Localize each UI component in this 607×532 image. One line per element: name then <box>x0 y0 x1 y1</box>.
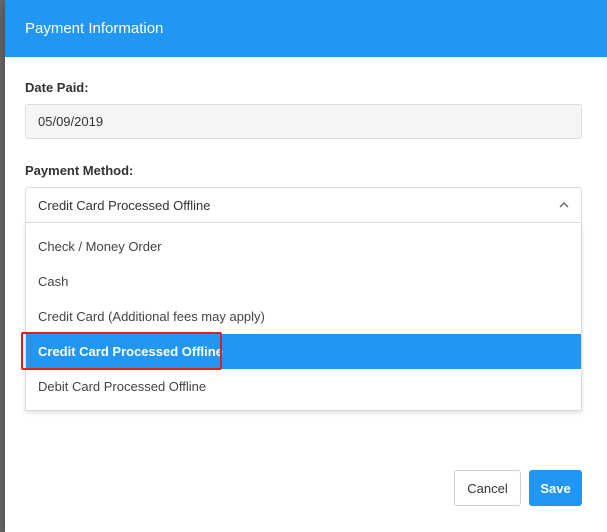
save-button[interactable]: Save <box>529 470 582 506</box>
payment-method-dropdown: Check / Money Order Cash Credit Card (Ad… <box>25 223 582 411</box>
payment-method-label: Payment Method: <box>25 163 134 178</box>
option-credit-card[interactable]: Credit Card (Additional fees may apply) <box>26 299 581 334</box>
cancel-button[interactable]: Cancel <box>454 470 521 506</box>
payment-method-selected-value: Credit Card Processed Offline <box>38 197 211 213</box>
modal-header: Payment Information <box>5 0 607 57</box>
date-paid-label: Date Paid: <box>25 80 89 95</box>
option-credit-card-processed-offline[interactable]: Credit Card Processed Offline <box>26 334 581 369</box>
option-debit-card-processed-offline[interactable]: Debit Card Processed Offline <box>26 369 581 404</box>
modal-title: Payment Information <box>25 20 164 37</box>
payment-method-select[interactable]: Credit Card Processed Offline <box>25 187 582 223</box>
date-paid-value: 05/09/2019 <box>38 114 104 129</box>
payment-information-modal: Payment Information Date Paid: 05/09/201… <box>5 0 607 532</box>
chevron-up-icon <box>559 199 569 211</box>
option-cash[interactable]: Cash <box>26 264 581 299</box>
option-check-money-order[interactable]: Check / Money Order <box>26 229 581 264</box>
date-paid-input[interactable]: 05/09/2019 <box>25 104 582 139</box>
